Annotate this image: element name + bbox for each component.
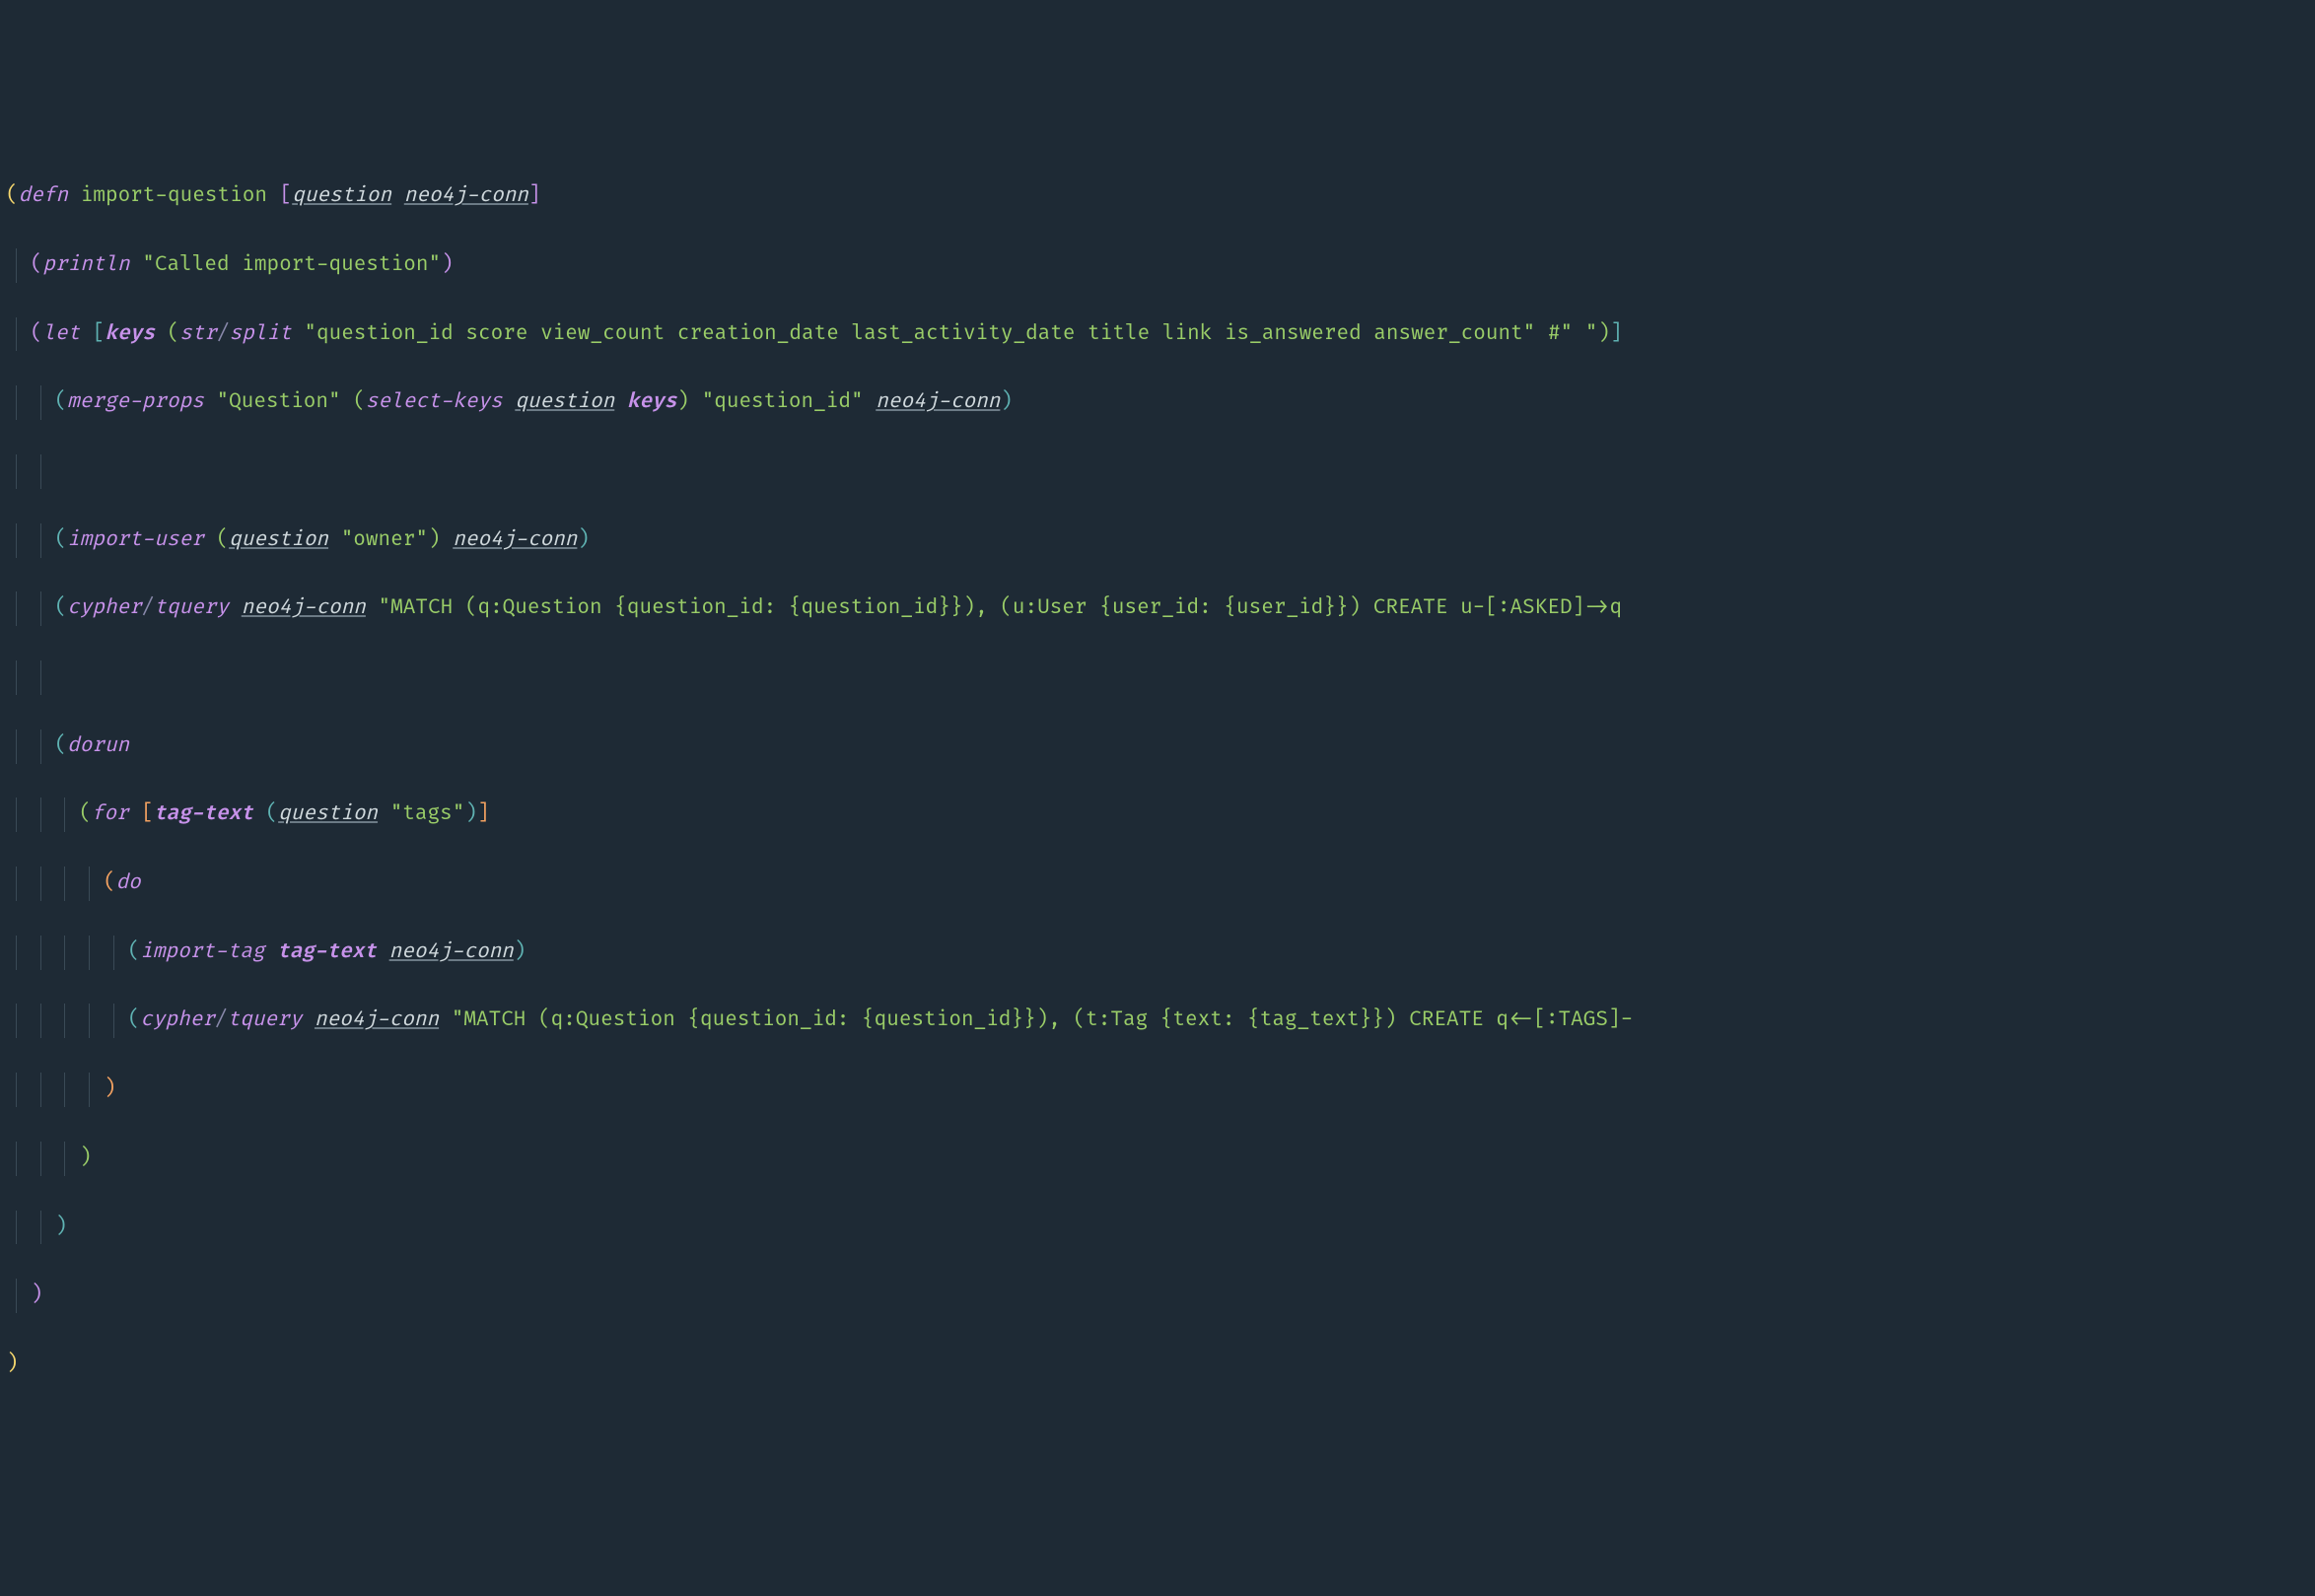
code-line-13: (cypher/tquery neo4j-conn "MATCH (q:Ques… [6,1004,2315,1038]
code-line-4: (merge-props "Question" (select-keys que… [6,385,2315,420]
code-line-7: (cypher/tquery neo4j-conn "MATCH (q:Ques… [6,591,2315,626]
code-line-11: (do [6,867,2315,901]
code-line-5 [6,454,2315,489]
code-line-18: ) [6,1348,2315,1382]
code-editor[interactable]: (defn import-question [question neo4j-co… [0,145,2315,1416]
code-line-15: ) [6,1142,2315,1176]
code-line-9: (dorun [6,729,2315,764]
code-line-14: ) [6,1073,2315,1107]
code-line-8 [6,660,2315,695]
code-line-16: ) [6,1211,2315,1245]
code-line-10: (for [tag-text (question "tags")] [6,798,2315,832]
code-line-2: (println "Called import-question") [6,248,2315,283]
code-line-17: ) [6,1279,2315,1313]
code-line-1: (defn import-question [question neo4j-co… [6,179,2315,214]
code-line-6: (import-user (question "owner") neo4j-co… [6,523,2315,558]
code-line-3: (let [keys (str/split "question_id score… [6,317,2315,352]
code-line-12: (import-tag tag-text neo4j-conn) [6,936,2315,970]
